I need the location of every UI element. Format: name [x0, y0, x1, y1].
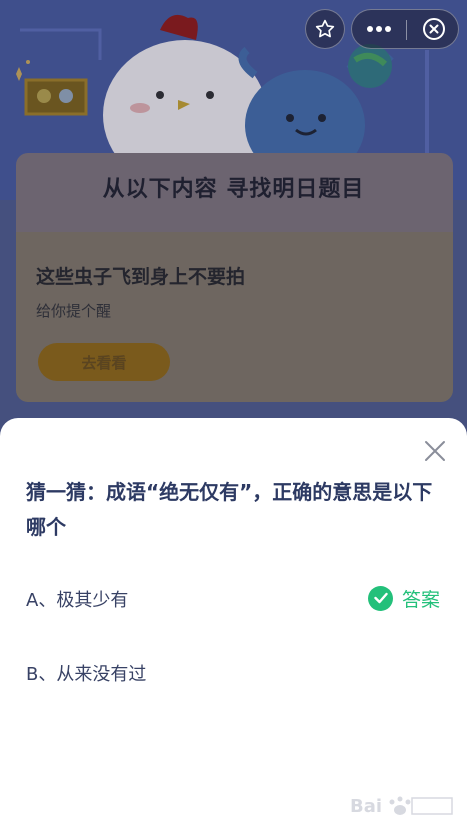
- mini-program-capsule: [351, 9, 459, 49]
- option-a[interactable]: A、极其少有 答案: [0, 578, 467, 618]
- svg-text:Bai: Bai: [350, 796, 382, 817]
- card-title: 这些虫子飞到身上不要拍: [36, 266, 246, 288]
- exit-mini-program-button[interactable]: [407, 10, 460, 48]
- favorite-button[interactable]: [305, 9, 345, 49]
- option-b-label: B、从来没有过: [26, 664, 147, 685]
- sheet-close-button[interactable]: [418, 436, 452, 466]
- answer-label: 答案: [402, 588, 441, 611]
- option-a-label: A、极其少有: [26, 590, 129, 611]
- option-b[interactable]: B、从来没有过: [0, 652, 467, 692]
- star-icon: [315, 19, 335, 38]
- quiz-question: 猜一猜：成语“绝无仅有”，正确的意思是以下哪个: [26, 480, 433, 539]
- card-subtitle: 给你提个醒: [36, 302, 112, 320]
- go-look-button[interactable]: 去看看: [38, 343, 170, 381]
- answer-badge: 答案: [368, 584, 440, 612]
- panel-title: 从以下内容 寻找明日题目: [102, 177, 365, 202]
- check-icon: [368, 585, 393, 611]
- watermark-logo: Bai: [350, 796, 453, 817]
- more-button[interactable]: [352, 10, 406, 48]
- close-circle-icon: [422, 18, 445, 40]
- close-icon: [425, 441, 445, 461]
- more-dots-icon: [367, 26, 391, 32]
